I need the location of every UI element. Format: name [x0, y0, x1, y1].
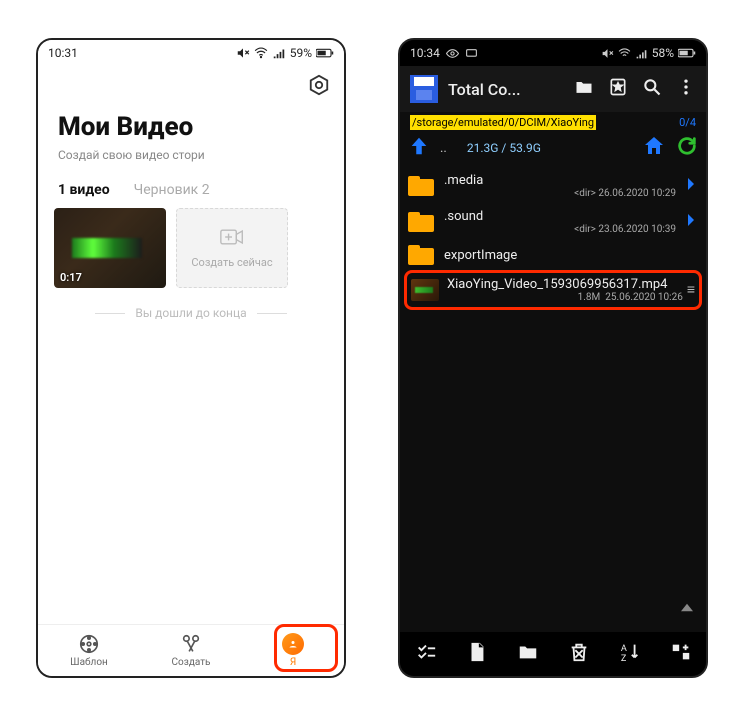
- video-file-row[interactable]: XiaoYing_Video_1593069956317.mp4 1.8M 25…: [404, 270, 702, 310]
- file-name: XiaoYing_Video_1593069956317.mp4: [447, 277, 683, 292]
- camera-plus-icon: [220, 227, 244, 250]
- up-arrow-icon[interactable]: [408, 135, 430, 161]
- mute-icon: [236, 46, 250, 60]
- more-icon[interactable]: [676, 77, 696, 101]
- nav-create[interactable]: Создать: [140, 625, 242, 676]
- nav-me-label: Я: [290, 657, 296, 668]
- svg-text:Z: Z: [620, 654, 626, 663]
- end-marker: Вы дошли до конца: [38, 306, 344, 320]
- path-display[interactable]: /storage/emulated/0/DCIM/XiaoYing: [410, 115, 596, 130]
- me-icon: [282, 633, 304, 655]
- page-subtitle: Создай свою видео стори: [58, 148, 324, 162]
- settings-icon[interactable]: [308, 74, 330, 100]
- video-thumbnail[interactable]: 0:17: [54, 208, 166, 288]
- titlebar: Total Co...: [400, 66, 706, 112]
- tabs: 1 видео Черновик 2: [38, 176, 344, 208]
- status-time-r: 10:34: [410, 46, 440, 60]
- folder-row-sound[interactable]: .sound <dir> 23.06.2020 10:39: [400, 204, 706, 240]
- video-thumb-icon: [411, 279, 439, 301]
- search-icon[interactable]: [642, 77, 662, 101]
- phone-right: 10:34 58% Total Co... /storage/emulated/…: [398, 38, 708, 678]
- nav-template[interactable]: Шаблон: [38, 625, 140, 676]
- drag-handle-icon[interactable]: ≡: [687, 285, 695, 295]
- folder-icon[interactable]: [574, 77, 594, 101]
- battery-icon: [316, 48, 334, 58]
- bookmark-icon[interactable]: [608, 77, 628, 101]
- wifi-icon: [254, 46, 268, 60]
- svg-text:A: A: [620, 644, 626, 654]
- storage-text: 21.3G / 53.9G: [467, 141, 541, 155]
- home-icon[interactable]: [642, 134, 666, 162]
- folder-icon: [408, 245, 434, 265]
- file-list: .media <dir> 26.06.2020 10:29 .sound <di…: [400, 168, 706, 310]
- create-now-label: Создать сейчас: [191, 256, 272, 269]
- nav-me[interactable]: Я: [242, 625, 344, 676]
- file-new-icon[interactable]: [466, 641, 488, 667]
- folder-icon: [408, 176, 434, 196]
- bottom-toolbar: AZ: [400, 632, 706, 676]
- file-meta: <dir> 26.06.2020 10:29: [444, 188, 676, 199]
- folder-row-exportimage[interactable]: exportImage: [400, 240, 706, 267]
- folder-icon: [408, 212, 434, 232]
- app-icon: [410, 75, 438, 103]
- file-meta: 1.8M 25.06.2020 10:26: [447, 292, 683, 303]
- chevron-right-icon[interactable]: [682, 175, 700, 197]
- reload-icon[interactable]: [676, 135, 698, 161]
- nav-template-label: Шаблон: [70, 657, 108, 668]
- scroll-up-icon[interactable]: [678, 600, 696, 622]
- end-text: Вы дошли до конца: [135, 306, 246, 320]
- mute-icon: [601, 47, 614, 60]
- panels-icon[interactable]: [670, 641, 692, 667]
- file-name: .media: [444, 173, 676, 188]
- phone-left: 10:31 59% Мои Видео Создай свою видео ст…: [36, 38, 346, 678]
- video-duration: 0:17: [60, 271, 82, 284]
- file-meta: <dir> 23.06.2020 10:39: [444, 224, 676, 235]
- tab-videos[interactable]: 1 видео: [58, 182, 110, 198]
- signal-icon: [272, 46, 286, 60]
- status-bar-right: 10:34 58%: [400, 40, 706, 66]
- eye-icon: [446, 47, 459, 60]
- file-name: exportImage: [444, 248, 700, 263]
- signal-icon: [635, 47, 648, 60]
- page-title: Мои Видео: [58, 112, 324, 142]
- battery-icon: [678, 48, 696, 58]
- sort-icon[interactable]: AZ: [619, 641, 641, 667]
- create-now-card[interactable]: Создать сейчас: [176, 208, 288, 288]
- status-time: 10:31: [48, 46, 78, 60]
- wifi-icon: [618, 47, 631, 60]
- select-icon[interactable]: [415, 641, 437, 667]
- battery-text-r: 58%: [652, 46, 674, 60]
- file-counter: 0/4: [679, 116, 696, 129]
- folder-new-icon[interactable]: [517, 641, 539, 667]
- status-bar-left: 10:31 59%: [38, 40, 344, 66]
- chevron-right-icon[interactable]: [682, 211, 700, 233]
- app-title: Total Co...: [448, 80, 521, 99]
- file-name: .sound: [444, 209, 676, 224]
- folder-row-media[interactable]: .media <dir> 26.06.2020 10:29: [400, 168, 706, 204]
- nav-create-label: Создать: [172, 657, 211, 668]
- bottom-nav: Шаблон Создать Я: [38, 624, 344, 676]
- tab-drafts[interactable]: Черновик 2: [134, 182, 210, 198]
- delete-icon[interactable]: [568, 641, 590, 667]
- battery-text: 59%: [290, 46, 312, 60]
- parent-dots: ..: [440, 141, 447, 156]
- message-icon: [465, 47, 478, 60]
